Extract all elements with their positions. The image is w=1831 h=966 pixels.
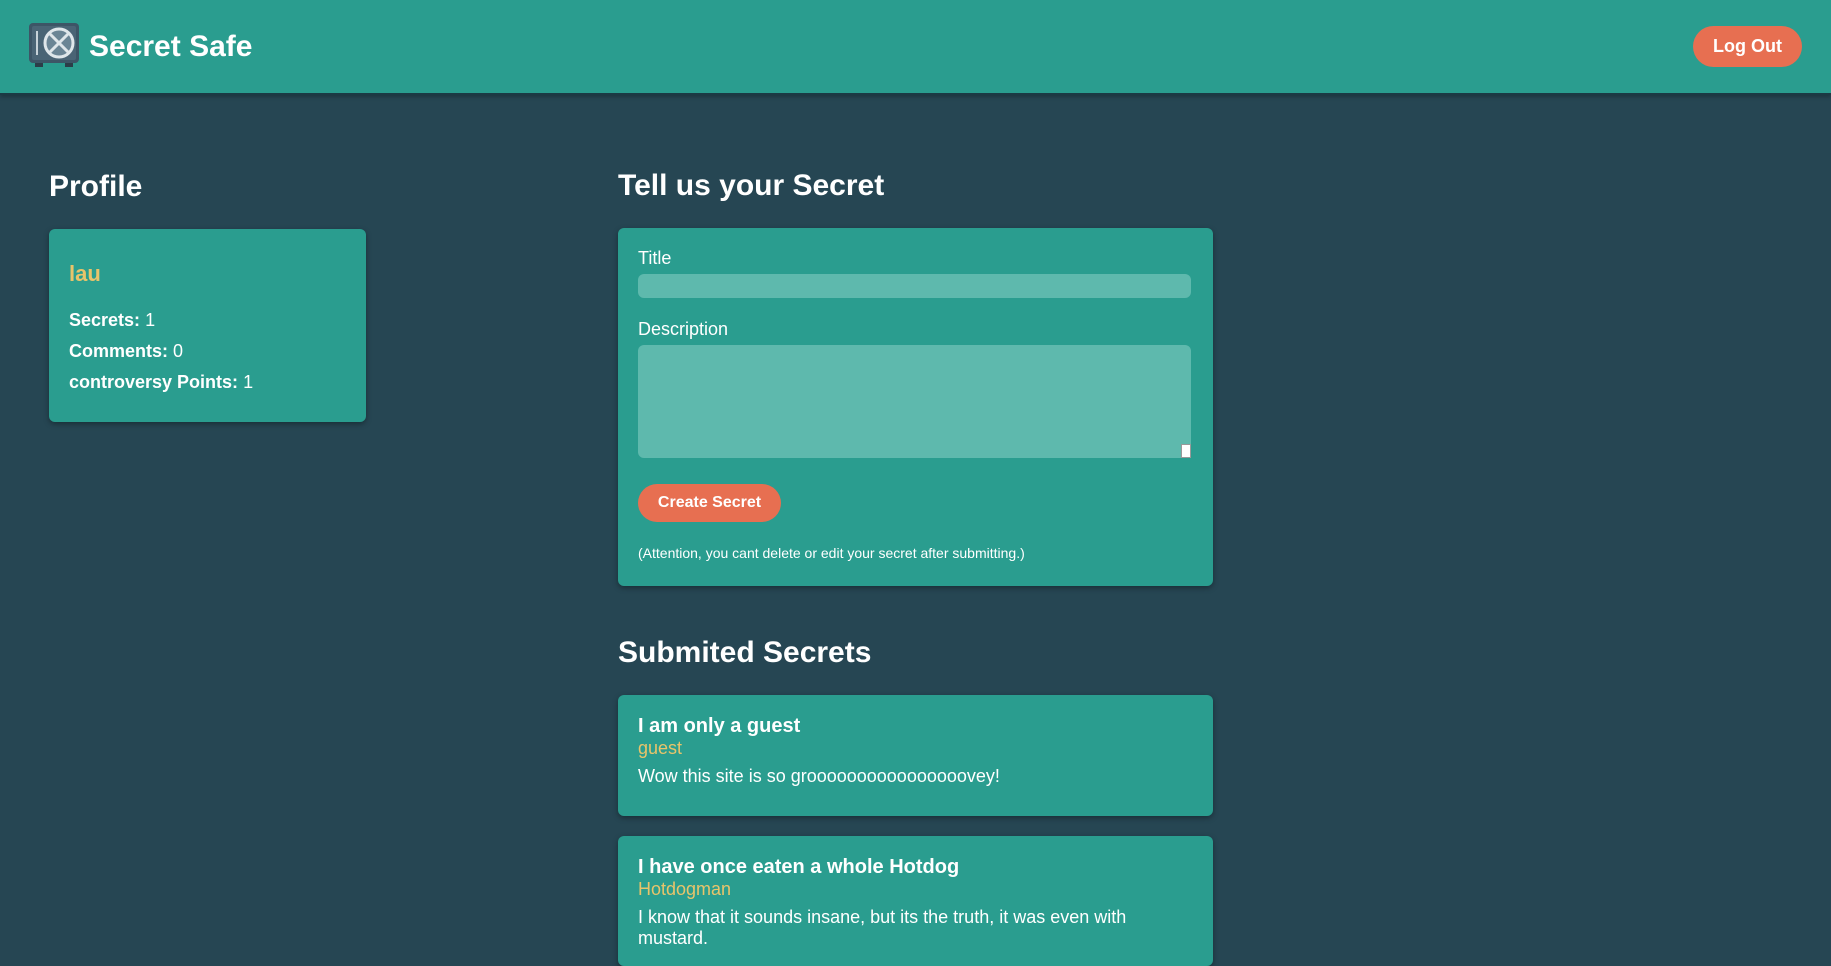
attention-note: (Attention, you cant delete or edit your… <box>638 545 1025 561</box>
create-secret-form: Title Description Create Secret (Attenti… <box>618 228 1213 586</box>
app-title: Secret Safe <box>89 30 253 63</box>
stat-secrets: Secrets: 1 <box>69 309 155 331</box>
secret-description: Wow this site is so groooooooooooooooove… <box>638 766 1000 786</box>
title-label: Title <box>638 248 672 268</box>
secret-author: guest <box>638 738 683 758</box>
title-input[interactable] <box>638 274 1191 298</box>
secret-description: I know that it sounds insane, but its th… <box>638 907 1127 948</box>
submitted-secrets-heading: Submited Secrets <box>618 636 872 669</box>
profile-card: lau Secrets: 1 Comments: 0 controversy P… <box>49 229 366 422</box>
create-secret-button[interactable]: Create Secret <box>638 484 781 522</box>
stat-label: Secrets: <box>69 310 141 330</box>
create-secret-heading: Tell us your Secret <box>618 169 885 202</box>
stat-controversy-points: controversy Points: 1 <box>69 371 253 393</box>
secret-author: Hotdogman <box>638 879 732 899</box>
profile-username: lau <box>69 261 101 286</box>
secret-title: I am only a guest <box>638 715 801 737</box>
logout-button[interactable]: Log Out <box>1693 26 1802 67</box>
stat-label: Comments: <box>69 341 169 361</box>
stat-value: 1 <box>243 372 254 392</box>
stat-comments: Comments: 0 <box>69 340 183 362</box>
secret-card: I have once eaten a whole Hotdog Hotdogm… <box>618 836 1213 966</box>
resize-handle-icon[interactable] <box>1181 444 1191 458</box>
secret-card: I am only a guest guest Wow this site is… <box>618 695 1213 816</box>
top-bar: Secret Safe Log Out <box>0 0 1831 95</box>
safe-icon <box>29 23 79 67</box>
description-input[interactable] <box>638 345 1191 458</box>
stat-value: 1 <box>145 310 156 330</box>
stat-label: controversy Points: <box>69 372 239 392</box>
stat-value: 0 <box>173 341 184 361</box>
description-label: Description <box>638 319 729 339</box>
secret-title: I have once eaten a whole Hotdog <box>638 856 960 878</box>
profile-heading: Profile <box>49 170 143 203</box>
